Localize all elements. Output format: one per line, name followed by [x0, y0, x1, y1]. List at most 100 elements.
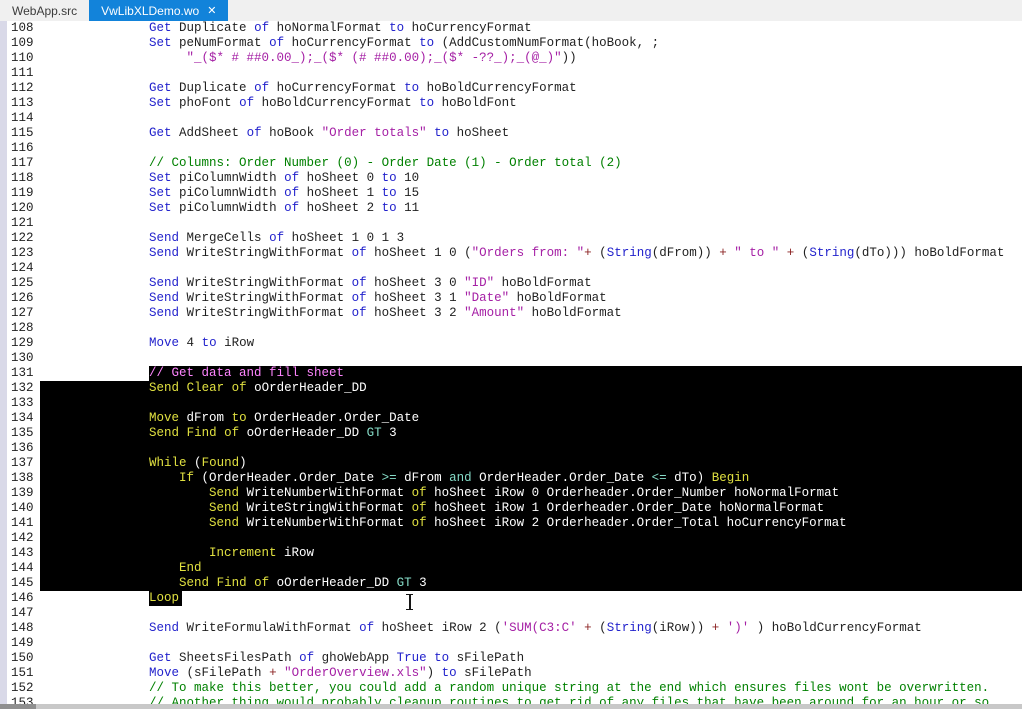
code-line[interactable]: 125 Send WriteStringWithFormat of hoShee…	[0, 276, 1022, 291]
line-number-gutter[interactable]: 109	[0, 36, 40, 51]
breakpoint-margin[interactable]	[0, 51, 7, 66]
breakpoint-margin[interactable]	[0, 531, 7, 546]
code-text[interactable]: Set piColumnWidth of hoSheet 0 to 10	[40, 171, 1022, 186]
code-line[interactable]: 141 Send WriteNumberWithFormat of hoShee…	[0, 516, 1022, 531]
line-number-gutter[interactable]: 129	[0, 336, 40, 351]
code-text[interactable]: Set piColumnWidth of hoSheet 1 to 15	[40, 186, 1022, 201]
breakpoint-margin[interactable]	[0, 66, 7, 81]
line-number-gutter[interactable]: 149	[0, 636, 40, 651]
line-number-gutter[interactable]: 147	[0, 606, 40, 621]
code-text[interactable]: Send MergeCells of hoSheet 1 0 1 3	[40, 231, 1022, 246]
breakpoint-margin[interactable]	[0, 36, 7, 51]
breakpoint-margin[interactable]	[0, 96, 7, 111]
code-line[interactable]: 120 Set piColumnWidth of hoSheet 2 to 11	[0, 201, 1022, 216]
breakpoint-margin[interactable]	[0, 21, 7, 36]
code-text[interactable]: // Get data and fill sheet	[40, 366, 1022, 381]
code-text[interactable]	[40, 66, 1022, 81]
code-text[interactable]: Send WriteStringWithFormat of hoSheet iR…	[40, 501, 1022, 516]
code-line[interactable]: 146 Loop	[0, 591, 1022, 606]
code-line[interactable]: 152 // To make this better, you could ad…	[0, 681, 1022, 696]
breakpoint-margin[interactable]	[0, 411, 7, 426]
line-number-gutter[interactable]: 126	[0, 291, 40, 306]
line-number-gutter[interactable]: 148	[0, 621, 40, 636]
line-number-gutter[interactable]: 118	[0, 171, 40, 186]
code-text[interactable]	[40, 111, 1022, 126]
line-number-gutter[interactable]: 130	[0, 351, 40, 366]
breakpoint-margin[interactable]	[0, 276, 7, 291]
code-line[interactable]: 137 While (Found)	[0, 456, 1022, 471]
line-number-gutter[interactable]: 117	[0, 156, 40, 171]
code-line[interactable]: 116	[0, 141, 1022, 156]
breakpoint-margin[interactable]	[0, 381, 7, 396]
code-line[interactable]: 115 Get AddSheet of hoBook "Order totals…	[0, 126, 1022, 141]
line-number-gutter[interactable]: 132	[0, 381, 40, 396]
breakpoint-margin[interactable]	[0, 171, 7, 186]
code-text[interactable]: Send WriteFormulaWithFormat of hoSheet i…	[40, 621, 1022, 636]
line-number-gutter[interactable]: 139	[0, 486, 40, 501]
breakpoint-margin[interactable]	[0, 561, 7, 576]
code-line[interactable]: 149	[0, 636, 1022, 651]
code-line[interactable]: 138 If (OrderHeader.Order_Date >= dFrom …	[0, 471, 1022, 486]
tab-webapp-src[interactable]: WebApp.src	[0, 0, 89, 21]
code-line[interactable]: 113 Set phoFont of hoBoldCurrencyFormat …	[0, 96, 1022, 111]
code-text[interactable]: Send WriteNumberWithFormat of hoSheet iR…	[40, 516, 1022, 531]
code-text[interactable]: Get SheetsFilesPath of ghoWebApp True to…	[40, 651, 1022, 666]
line-number-gutter[interactable]: 136	[0, 441, 40, 456]
code-line[interactable]: 139 Send WriteNumberWithFormat of hoShee…	[0, 486, 1022, 501]
code-line[interactable]: 134 Move dFrom to OrderHeader.Order_Date	[0, 411, 1022, 426]
code-line[interactable]: 118 Set piColumnWidth of hoSheet 0 to 10	[0, 171, 1022, 186]
breakpoint-margin[interactable]	[0, 141, 7, 156]
code-text[interactable]: Send Clear of oOrderHeader_DD	[40, 381, 1022, 396]
code-text[interactable]: Set phoFont of hoBoldCurrencyFormat to h…	[40, 96, 1022, 111]
code-line[interactable]: 136	[0, 441, 1022, 456]
line-number-gutter[interactable]: 131	[0, 366, 40, 381]
code-text[interactable]	[40, 216, 1022, 231]
breakpoint-margin[interactable]	[0, 606, 7, 621]
breakpoint-margin[interactable]	[0, 441, 7, 456]
code-line[interactable]: 119 Set piColumnWidth of hoSheet 1 to 15	[0, 186, 1022, 201]
code-text[interactable]: End	[40, 561, 1022, 576]
code-line[interactable]: 140 Send WriteStringWithFormat of hoShee…	[0, 501, 1022, 516]
code-text[interactable]: Move 4 to iRow	[40, 336, 1022, 351]
code-text[interactable]	[40, 261, 1022, 276]
code-line[interactable]: 127 Send WriteStringWithFormat of hoShee…	[0, 306, 1022, 321]
code-text[interactable]: Send WriteNumberWithFormat of hoSheet iR…	[40, 486, 1022, 501]
code-line[interactable]: 110 "_($* # ##0.00_);_($* (# ##0.00);_($…	[0, 51, 1022, 66]
breakpoint-margin[interactable]	[0, 456, 7, 471]
breakpoint-margin[interactable]	[0, 321, 7, 336]
line-number-gutter[interactable]: 128	[0, 321, 40, 336]
line-number-gutter[interactable]: 115	[0, 126, 40, 141]
code-line[interactable]: 147	[0, 606, 1022, 621]
line-number-gutter[interactable]: 125	[0, 276, 40, 291]
line-number-gutter[interactable]: 141	[0, 516, 40, 531]
breakpoint-margin[interactable]	[0, 516, 7, 531]
code-text[interactable]	[40, 141, 1022, 156]
breakpoint-margin[interactable]	[0, 351, 7, 366]
line-number-gutter[interactable]: 122	[0, 231, 40, 246]
code-text[interactable]: Loop	[40, 591, 1022, 606]
code-text[interactable]: Move (sFilePath + "OrderOverview.xls") t…	[40, 666, 1022, 681]
code-line[interactable]: 131 // Get data and fill sheet	[0, 366, 1022, 381]
code-text[interactable]: // To make this better, you could add a …	[40, 681, 1022, 696]
line-number-gutter[interactable]: 150	[0, 651, 40, 666]
code-text[interactable]: While (Found)	[40, 456, 1022, 471]
code-text[interactable]	[40, 396, 1022, 411]
code-line[interactable]: 144 End	[0, 561, 1022, 576]
breakpoint-margin[interactable]	[0, 306, 7, 321]
code-line[interactable]: 143 Increment iRow	[0, 546, 1022, 561]
code-text[interactable]	[40, 606, 1022, 621]
code-text[interactable]: Send Find of oOrderHeader_DD GT 3	[40, 426, 1022, 441]
code-text[interactable]: Send Find of oOrderHeader_DD GT 3	[40, 576, 1022, 591]
code-line[interactable]: 151 Move (sFilePath + "OrderOverview.xls…	[0, 666, 1022, 681]
breakpoint-margin[interactable]	[0, 336, 7, 351]
breakpoint-margin[interactable]	[0, 366, 7, 381]
code-line[interactable]: 129 Move 4 to iRow	[0, 336, 1022, 351]
breakpoint-margin[interactable]	[0, 396, 7, 411]
line-number-gutter[interactable]: 151	[0, 666, 40, 681]
line-number-gutter[interactable]: 146	[0, 591, 40, 606]
line-number-gutter[interactable]: 113	[0, 96, 40, 111]
breakpoint-margin[interactable]	[0, 681, 7, 696]
code-text[interactable]: Send WriteStringWithFormat of hoSheet 3 …	[40, 306, 1022, 321]
line-number-gutter[interactable]: 134	[0, 411, 40, 426]
code-text[interactable]: Set peNumFormat of hoCurrencyFormat to (…	[40, 36, 1022, 51]
